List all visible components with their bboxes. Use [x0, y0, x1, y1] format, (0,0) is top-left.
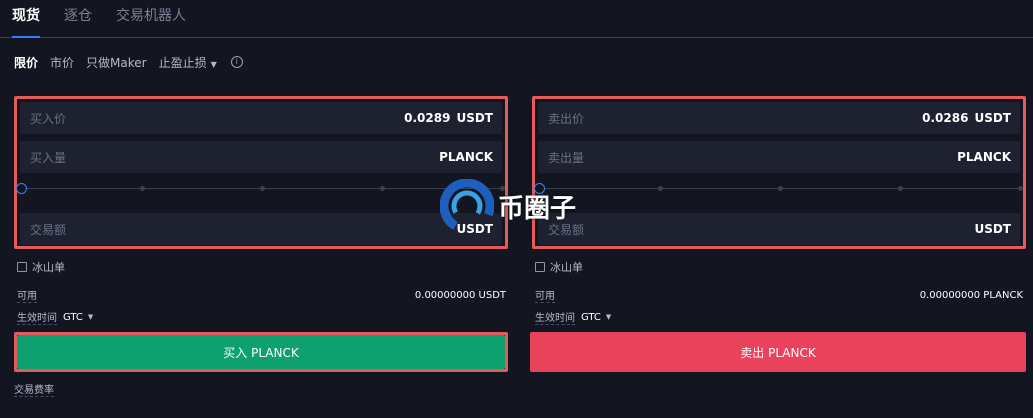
sell-available-row: 可用 0.00000000 PLANCK: [535, 287, 1023, 303]
tp-sl-label: 止盈止损: [158, 55, 207, 70]
buy-total-label: 交易额: [30, 222, 67, 237]
buy-panel: 买入价 0.0289 USDT 买入量 PLANCK 交易额 USDT: [14, 96, 508, 249]
sell-amount-field[interactable]: 卖出量 PLANCK: [538, 141, 1020, 173]
buy-iceberg-checkbox[interactable]: [17, 262, 27, 272]
slider-tick-100[interactable]: [1018, 186, 1023, 191]
buy-available-value: 0.00000000 USDT: [414, 289, 506, 301]
buy-price-field[interactable]: 买入价 0.0289 USDT: [20, 102, 502, 134]
sell-tif-value: GTC: [581, 311, 601, 323]
info-icon[interactable]: i: [230, 56, 243, 68]
watermark-logo-icon: [440, 179, 494, 233]
sell-price-value: 0.0286: [922, 111, 969, 125]
buy-tif-label: 生效时间: [17, 309, 57, 325]
sell-form-box: 卖出价 0.0286 USDT 卖出量 PLANCK 交易额 USDT: [532, 96, 1026, 249]
slider-tick-50[interactable]: [778, 186, 783, 191]
order-type-selector: 限价 市价 只做Maker 止盈止损 ▼ i: [14, 52, 243, 72]
top-tab-bar: 现货 逐仓 交易机器人: [0, 0, 1033, 38]
slider-tick-50[interactable]: [260, 186, 265, 191]
order-type-limit[interactable]: 限价: [14, 54, 38, 71]
sell-button-wrap: 卖出 PLANCK: [530, 332, 1026, 372]
sell-iceberg-toggle[interactable]: 冰山单: [535, 259, 583, 275]
tab-spot[interactable]: 现货: [12, 0, 40, 38]
buy-price-unit: USDT: [456, 111, 493, 125]
sell-price-label: 卖出价: [548, 111, 585, 126]
sell-percent-slider[interactable]: [534, 173, 1023, 205]
buy-amount-field[interactable]: 买入量 PLANCK: [20, 141, 502, 173]
order-type-market[interactable]: 市价: [50, 54, 74, 71]
sell-total-field[interactable]: 交易额 USDT: [538, 213, 1020, 245]
sell-amount-unit: PLANCK: [957, 150, 1011, 164]
buy-button-highlight: 买入 PLANCK: [14, 332, 508, 372]
buy-total-field[interactable]: 交易额 USDT: [20, 213, 502, 245]
buy-iceberg-toggle[interactable]: 冰山单: [17, 259, 65, 275]
buy-form-box: 买入价 0.0289 USDT 买入量 PLANCK 交易额 USDT: [14, 96, 508, 249]
caret-down-icon: ▼: [87, 313, 94, 321]
sell-tif-label: 生效时间: [535, 309, 575, 325]
buy-amount-unit: PLANCK: [439, 150, 493, 164]
slider-tick-75[interactable]: [380, 186, 385, 191]
buy-available-label: 可用: [17, 287, 37, 303]
slider-tick-25[interactable]: [658, 186, 663, 191]
order-type-maker-only[interactable]: 只做Maker: [86, 54, 147, 71]
buy-percent-slider[interactable]: [16, 173, 505, 205]
slider-tick-25[interactable]: [140, 186, 145, 191]
watermark: 币圈子: [440, 176, 590, 236]
buy-tif-value: GTC: [63, 311, 83, 323]
sell-time-in-force[interactable]: 生效时间 GTC ▼: [535, 309, 611, 325]
sell-iceberg-checkbox[interactable]: [535, 262, 545, 272]
sell-available-value: 0.00000000 PLANCK: [919, 289, 1023, 301]
buy-time-in-force[interactable]: 生效时间 GTC ▼: [17, 309, 93, 325]
sell-button[interactable]: 卖出 PLANCK: [530, 332, 1026, 372]
buy-button[interactable]: 买入 PLANCK: [17, 335, 505, 369]
sell-panel: 卖出价 0.0286 USDT 卖出量 PLANCK 交易额 USDT: [532, 96, 1026, 249]
order-type-tp-sl[interactable]: 止盈止损 ▼: [159, 54, 217, 71]
sell-available-label: 可用: [535, 287, 555, 303]
sell-total-unit: USDT: [974, 222, 1011, 236]
slider-knob[interactable]: [16, 183, 27, 194]
slider-tick-75[interactable]: [898, 186, 903, 191]
buy-price-label: 买入价: [30, 111, 67, 126]
buy-price-value: 0.0289: [404, 111, 451, 125]
buy-amount-label: 买入量: [30, 150, 67, 165]
sell-price-field[interactable]: 卖出价 0.0286 USDT: [538, 102, 1020, 134]
caret-down-icon: ▼: [605, 313, 612, 321]
sell-iceberg-label: 冰山单: [550, 261, 583, 274]
buy-iceberg-label: 冰山单: [32, 261, 65, 274]
sell-price-unit: USDT: [974, 111, 1011, 125]
sell-amount-label: 卖出量: [548, 150, 585, 165]
tab-isolated-margin[interactable]: 逐仓: [64, 0, 92, 38]
buy-available-row: 可用 0.00000000 USDT: [17, 287, 506, 303]
tab-trading-bot[interactable]: 交易机器人: [116, 0, 186, 38]
caret-down-icon: ▼: [210, 59, 217, 69]
watermark-text: 币圈子: [498, 193, 577, 224]
fee-rate-link[interactable]: 交易费率: [14, 381, 54, 397]
